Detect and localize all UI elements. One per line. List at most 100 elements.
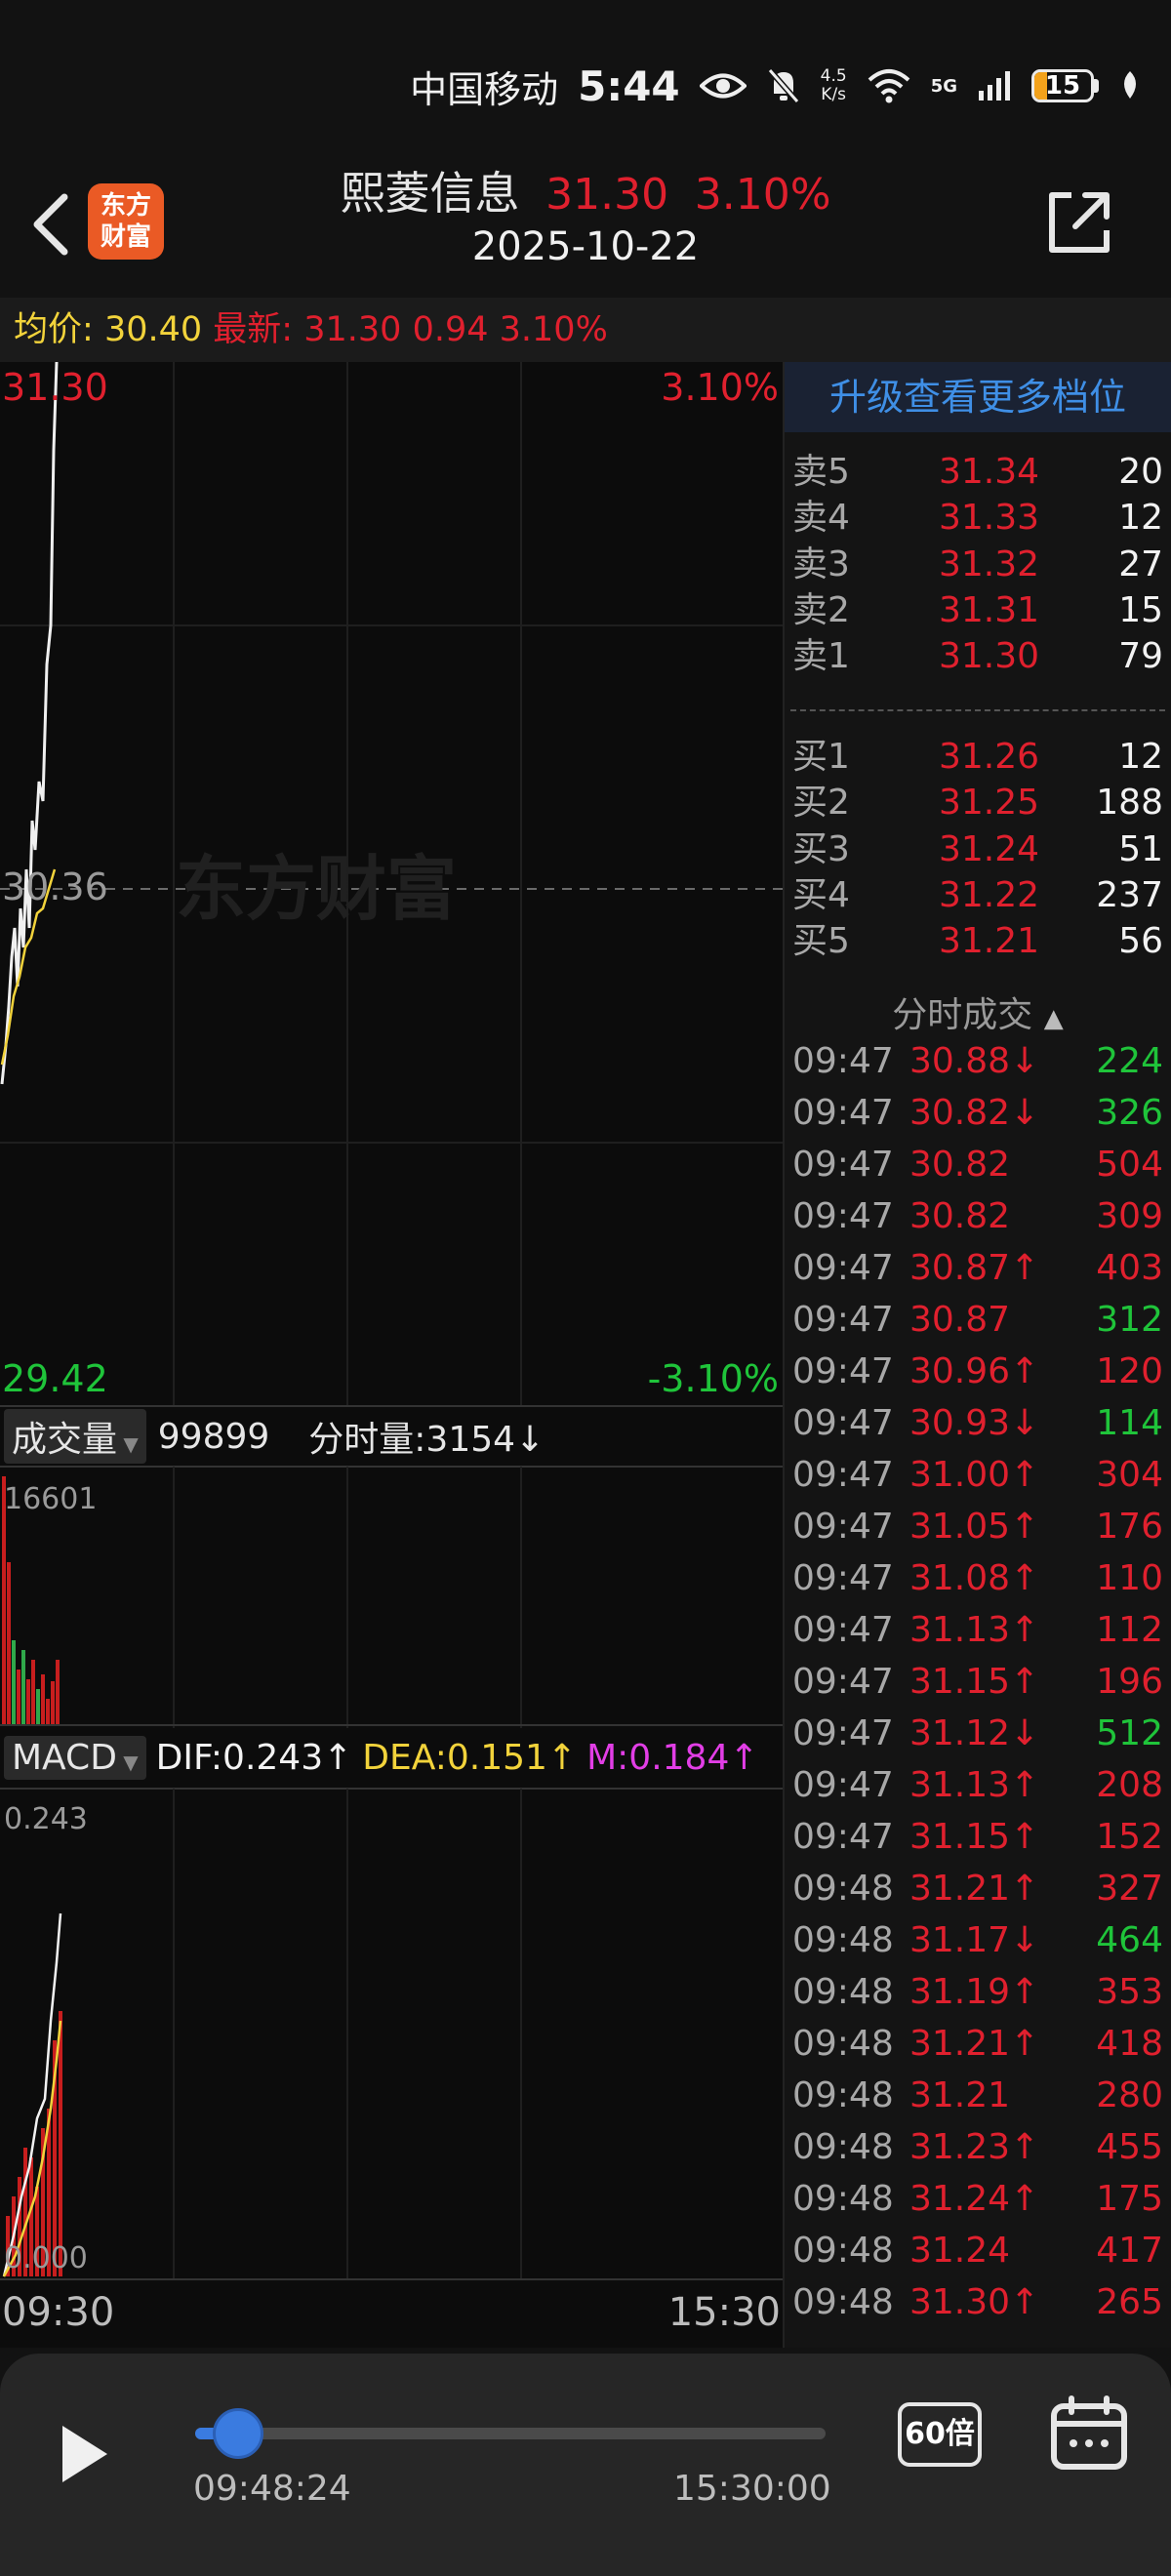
volume-selector[interactable]: 成交量 ▼ <box>4 1409 146 1464</box>
trade-row: 09:47 31.15↑ 196 <box>785 1656 1171 1708</box>
intraday-chart-area[interactable]: 东方财富 31.30 3.10% 30.36 29.42 -3.10% 成交量 … <box>0 361 783 2348</box>
playback-panel: 09:48:24 15:30:00 60倍 <box>0 2354 1171 2576</box>
trade-price: 30.82↓ <box>909 1093 1040 1133</box>
level-label: 卖5 <box>792 452 850 492</box>
price-mid-label: 30.36 <box>2 865 108 908</box>
level-label: 买1 <box>792 737 850 777</box>
stock-header: 东方 财富 熙菱信息 31.30 3.10% 2025-10-22 <box>0 146 1171 298</box>
trade-row: 09:47 31.13↑ 208 <box>785 1759 1171 1811</box>
bid-row[interactable]: 买5 31.21 56 <box>785 915 1171 967</box>
price-line <box>0 361 59 1085</box>
level-price: 31.32 <box>939 543 1040 584</box>
trade-volume: 464 <box>1096 1920 1163 1960</box>
upgrade-more-levels-button[interactable]: 升级查看更多档位 <box>785 362 1171 432</box>
trade-price: 31.13↑ <box>909 1765 1040 1805</box>
trade-volume: 403 <box>1096 1248 1163 1288</box>
trade-price: 31.23↑ <box>909 2127 1040 2167</box>
playback-track[interactable] <box>195 2428 826 2439</box>
level-volume: 20 <box>1118 452 1163 492</box>
ask-row[interactable]: 卖4 31.33 12 <box>785 492 1171 543</box>
trade-volume: 309 <box>1096 1196 1163 1236</box>
trade-time: 09:47 <box>792 1662 894 1702</box>
trade-volume: 265 <box>1096 2282 1163 2322</box>
trade-row: 09:48 31.24 417 <box>785 2225 1171 2276</box>
trade-volume: 176 <box>1096 1507 1163 1547</box>
trade-row: 09:47 31.00↑ 304 <box>785 1449 1171 1501</box>
leaf-icon <box>1124 71 1136 99</box>
level-price: 31.21 <box>939 921 1040 961</box>
trade-volume: 504 <box>1096 1145 1163 1185</box>
trade-price: 31.08↑ <box>909 1558 1040 1598</box>
trade-volume: 455 <box>1096 2127 1163 2167</box>
trade-time: 09:47 <box>792 1248 894 1288</box>
level-price: 31.24 <box>939 828 1040 869</box>
volume-bar <box>41 1674 45 1724</box>
trade-row: 09:48 31.24↑ 175 <box>785 2173 1171 2225</box>
volume-bar <box>26 1679 30 1724</box>
trade-price: 31.05↑ <box>909 1507 1040 1547</box>
bid-row[interactable]: 买2 31.25 188 <box>785 777 1171 828</box>
trade-price: 31.12↓ <box>909 1713 1040 1753</box>
macd-selector[interactable]: MACD ▼ <box>4 1735 146 1780</box>
play-icon[interactable] <box>55 2420 113 2488</box>
latest-change: 0.94 <box>412 310 489 349</box>
ask-row[interactable]: 卖3 31.32 27 <box>785 539 1171 590</box>
back-arrow-icon[interactable] <box>21 185 80 263</box>
level-price: 31.26 <box>939 737 1040 777</box>
trade-price: 31.19↑ <box>909 1972 1040 2012</box>
trade-time: 09:47 <box>792 1558 894 1598</box>
trade-volume: 512 <box>1096 1713 1163 1753</box>
trade-time: 09:48 <box>792 2282 894 2322</box>
watermark: 东方财富 <box>176 848 457 930</box>
trade-row: 09:47 30.82 309 <box>785 1190 1171 1242</box>
level-label: 卖4 <box>792 498 850 539</box>
level-label: 卖1 <box>792 636 850 676</box>
network-5g-icon: 5G <box>930 75 957 97</box>
macd-m: M:0.184↑ <box>586 1737 759 1778</box>
caret-down-icon: ▼ <box>116 1750 139 1774</box>
chart-svg: 东方财富 <box>0 361 783 2280</box>
stock-change-pct: 3.10% <box>694 170 831 220</box>
playback-slider-handle[interactable] <box>212 2408 263 2459</box>
trade-time: 09:47 <box>792 1145 894 1185</box>
bid-row[interactable]: 买3 31.24 51 <box>785 824 1171 875</box>
bid-row[interactable]: 买4 31.22 237 <box>785 869 1171 921</box>
level-label: 卖3 <box>792 543 850 584</box>
trade-row: 09:47 30.93↓ 114 <box>785 1397 1171 1449</box>
ask-row[interactable]: 卖2 31.31 15 <box>785 584 1171 636</box>
trade-price: 30.82 <box>909 1145 1011 1185</box>
bid-row[interactable]: 买1 31.26 12 <box>785 731 1171 783</box>
trade-row: 09:48 31.23↑ 455 <box>785 2121 1171 2173</box>
time-axis-end: 15:30 <box>667 2290 781 2335</box>
trade-price: 31.13↑ <box>909 1610 1040 1650</box>
trade-time: 09:48 <box>792 2075 894 2115</box>
level-label: 卖2 <box>792 589 850 630</box>
level-label: 买3 <box>792 828 850 869</box>
trade-volume: 208 <box>1096 1765 1163 1805</box>
playback-speed-button[interactable]: 60倍 <box>898 2402 982 2467</box>
level-volume: 27 <box>1118 543 1163 584</box>
ask-row[interactable]: 卖5 31.34 20 <box>785 446 1171 498</box>
app-logo[interactable]: 东方 财富 <box>88 183 164 260</box>
trade-time: 09:48 <box>792 1869 894 1909</box>
calendar-icon[interactable] <box>1048 2395 1130 2473</box>
macd-bottom-label: 0.000 <box>4 2241 88 2275</box>
trade-row: 09:47 30.82↓ 326 <box>785 1087 1171 1139</box>
trade-time: 09:47 <box>792 1610 894 1650</box>
trade-price: 31.21↑ <box>909 1869 1040 1909</box>
pct-bottom-label: -3.10% <box>647 1357 779 1400</box>
trade-price: 30.82 <box>909 1196 1011 1236</box>
trade-row: 09:48 31.21↑ 327 <box>785 1863 1171 1914</box>
trade-row: 09:47 30.87 312 <box>785 1294 1171 1346</box>
pct-top-label: 3.10% <box>661 366 779 409</box>
ask-row[interactable]: 卖1 31.30 79 <box>785 630 1171 682</box>
share-icon[interactable] <box>1042 185 1116 260</box>
mute-bell-icon <box>767 68 799 103</box>
trade-volume: 114 <box>1096 1403 1163 1443</box>
volume-grid <box>173 1467 522 1728</box>
trade-price: 31.15↑ <box>909 1662 1040 1702</box>
playback-current-time: 09:48:24 <box>193 2469 351 2509</box>
trades-header[interactable]: 分时成交 ▲ <box>785 986 1171 1035</box>
price-top-label: 31.30 <box>2 366 108 409</box>
trade-volume: 110 <box>1096 1558 1163 1598</box>
